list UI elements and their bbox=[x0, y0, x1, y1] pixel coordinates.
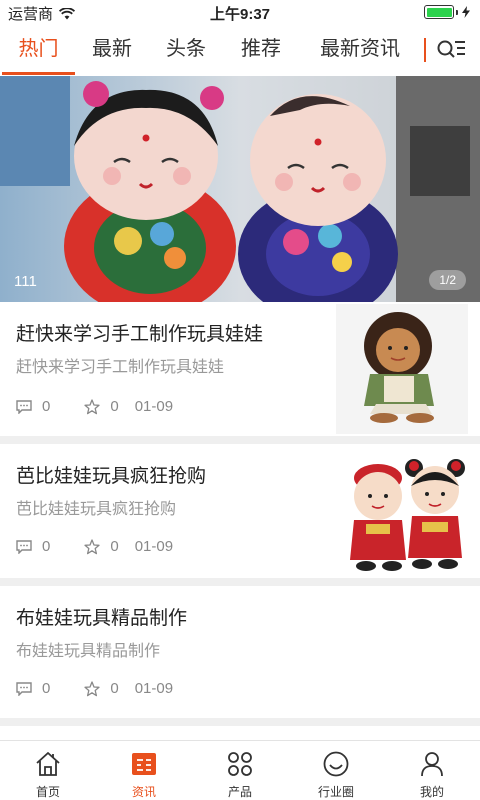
news-title: 赶快来学习手工制作玩具娃娃 bbox=[16, 324, 264, 345]
banner-page-indicator: 1/2 bbox=[429, 270, 466, 290]
star-icon bbox=[84, 538, 100, 554]
news-thumbnail bbox=[336, 448, 468, 578]
nav-products[interactable]: 产品 bbox=[192, 741, 288, 800]
like-count: 0 bbox=[110, 680, 119, 697]
tab-divider bbox=[424, 38, 426, 62]
list-separator bbox=[0, 718, 480, 726]
nav-profile[interactable]: 我的 bbox=[384, 741, 480, 800]
news-icon bbox=[132, 753, 156, 775]
nav-industry[interactable]: 行业圈 bbox=[288, 741, 384, 800]
bottom-tab-bar: 首页 资讯 产品 行业圈 我的 bbox=[0, 740, 480, 800]
nav-label: 我的 bbox=[419, 785, 444, 799]
star-icon bbox=[84, 398, 100, 414]
comment-count: 0 bbox=[42, 680, 51, 697]
news-item[interactable]: 布娃娃玩具精品制作 布娃娃玩具精品制作 0 0 01-09 bbox=[0, 586, 480, 720]
tab-latest[interactable]: 最新 bbox=[82, 24, 142, 76]
nav-news[interactable]: 资讯 bbox=[96, 741, 192, 800]
list-separator bbox=[0, 578, 480, 586]
news-title: 芭比娃娃玩具疯狂抢购 bbox=[16, 466, 207, 487]
news-thumbnail bbox=[336, 304, 468, 434]
news-meta: 0 0 01-09 bbox=[16, 398, 173, 415]
news-meta: 0 0 01-09 bbox=[16, 538, 173, 555]
banner-carousel[interactable]: 111 1/2 bbox=[0, 76, 480, 302]
news-meta: 0 0 01-09 bbox=[16, 680, 173, 697]
nav-label: 产品 bbox=[227, 785, 252, 799]
like-count: 0 bbox=[110, 538, 119, 555]
comment-icon bbox=[16, 539, 32, 554]
category-tabs: 热门 最新 头条 推荐 最新资讯 bbox=[0, 24, 480, 76]
clock: 上午9:37 bbox=[209, 6, 271, 23]
comment-icon bbox=[16, 681, 32, 696]
comment-icon bbox=[16, 399, 32, 414]
news-summary: 赶快来学习手工制作玩具娃娃 bbox=[16, 359, 225, 376]
news-item[interactable]: 赶快来学习手工制作玩具娃娃 赶快来学习手工制作玩具娃娃 0 0 01-09 bbox=[0, 302, 480, 436]
tab-latest-news[interactable]: 最新资讯 bbox=[310, 24, 410, 76]
charging-icon bbox=[462, 6, 470, 18]
active-tab-indicator bbox=[2, 72, 75, 75]
tab-headlines[interactable]: 头条 bbox=[156, 24, 216, 76]
banner-image bbox=[0, 76, 480, 302]
news-summary: 芭比娃娃玩具疯狂抢购 bbox=[16, 501, 177, 518]
grid-icon bbox=[228, 752, 252, 776]
banner-caption: 111 bbox=[14, 273, 37, 290]
home-icon bbox=[36, 752, 60, 776]
news-title: 布娃娃玩具精品制作 bbox=[16, 608, 188, 629]
comment-count: 0 bbox=[42, 538, 51, 555]
nav-label: 行业圈 bbox=[317, 785, 354, 799]
news-date: 01-09 bbox=[134, 680, 174, 697]
star-icon bbox=[84, 680, 100, 696]
category-menu-icon[interactable] bbox=[436, 37, 466, 63]
news-date: 01-09 bbox=[134, 398, 174, 415]
news-item[interactable]: 芭比娃娃玩具疯狂抢购 芭比娃娃玩具疯狂抢购 0 0 01-09 bbox=[0, 444, 480, 578]
smile-icon bbox=[323, 751, 349, 777]
news-summary: 布娃娃玩具精品制作 bbox=[16, 643, 161, 660]
tab-recommend[interactable]: 推荐 bbox=[231, 24, 291, 76]
nav-label: 首页 bbox=[35, 785, 60, 799]
comment-count: 0 bbox=[42, 398, 51, 415]
nav-label: 资讯 bbox=[131, 785, 156, 799]
tab-hot[interactable]: 热门 bbox=[2, 24, 75, 76]
person-icon bbox=[421, 752, 443, 777]
list-separator bbox=[0, 436, 480, 444]
like-count: 0 bbox=[110, 398, 119, 415]
status-bar: 运营商 上午9:37 bbox=[0, 0, 480, 24]
nav-home[interactable]: 首页 bbox=[0, 741, 96, 800]
battery-icon bbox=[424, 5, 470, 19]
news-date: 01-09 bbox=[134, 538, 174, 555]
